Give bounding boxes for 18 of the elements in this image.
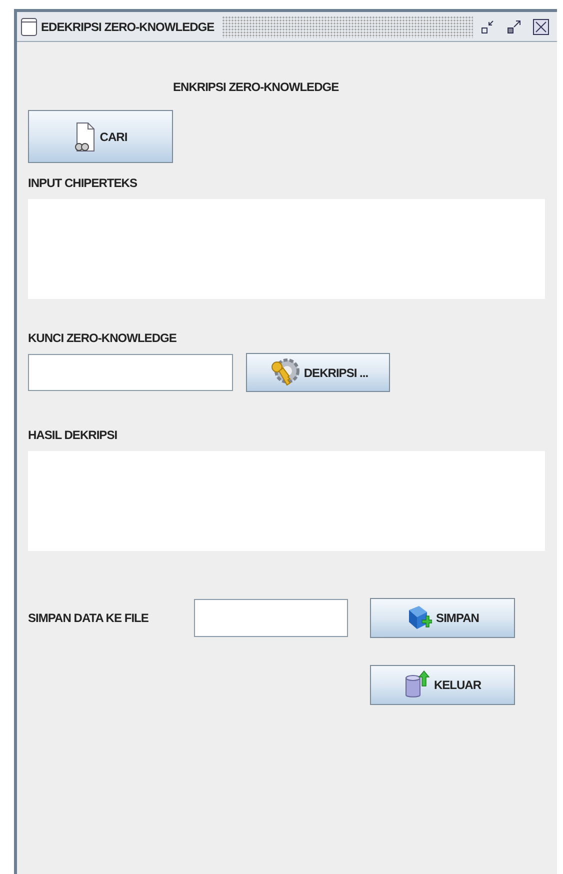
file-name-field[interactable] <box>194 599 348 637</box>
key-field[interactable] <box>28 354 233 391</box>
minimize-icon[interactable] <box>481 20 495 34</box>
field-label: HASIL DEKRIPSI <box>28 428 118 442</box>
window-title: EDEKRIPSI ZERO-KNOWLEDGE <box>41 18 214 36</box>
form-heading: ENKRIPSI ZERO-KNOWLEDGE <box>173 80 339 94</box>
exit-button[interactable]: KELUAR <box>370 665 515 705</box>
decrypt-button[interactable]: DEKRIPSI ... <box>246 353 390 392</box>
close-icon[interactable] <box>533 18 549 34</box>
save-button[interactable]: SIMPAN <box>370 598 515 638</box>
window-icon <box>21 18 37 36</box>
field-label: KUNCI ZERO-KNOWLEDGE <box>28 331 176 345</box>
database-arrow-icon <box>404 670 430 700</box>
field-label: INPUT CHIPERTEKS <box>28 176 137 190</box>
field-label: SIMPAN DATA KE FILE <box>28 610 150 627</box>
search-button[interactable]: CARI <box>28 110 173 163</box>
document-icon <box>74 122 96 152</box>
maximize-icon[interactable] <box>507 20 521 34</box>
